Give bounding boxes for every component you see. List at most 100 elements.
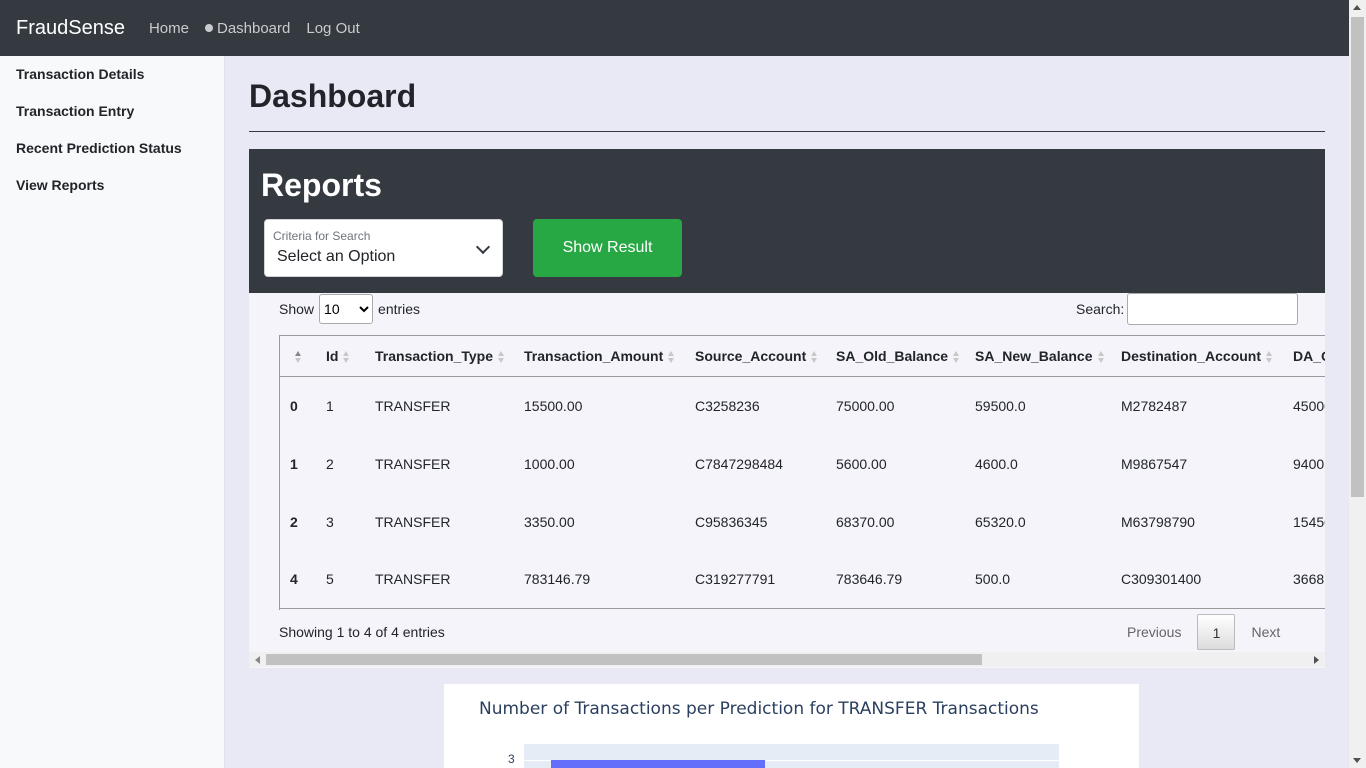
top-navbar: FraudSense Home Dashboard Log Out <box>0 0 1349 56</box>
pagination: Previous 1 Next <box>1111 614 1296 650</box>
table-scroll-container[interactable]: Id Transaction_Type Transaction_Amount S… <box>279 335 1325 610</box>
sort-icon <box>343 351 350 364</box>
reports-panel: Reports Criteria for Search Select an Op… <box>249 149 1325 293</box>
cell-destination-account: M63798790 <box>1121 513 1195 530</box>
show-result-button[interactable]: Show Result <box>533 219 682 277</box>
datatable-wrapper: Show 10 entries Search: Id Transaction_T… <box>249 293 1325 668</box>
column-header-sa-new-balance[interactable]: SA_New_Balance <box>965 336 1111 377</box>
chart-bar[interactable] <box>551 760 765 768</box>
nav-dashboard-label: Dashboard <box>216 19 291 37</box>
criteria-select-value: Select an Option <box>277 248 396 265</box>
cell-sa-new-balance: 4600.0 <box>975 455 1018 472</box>
cell-transaction-amount: 3350.00 <box>524 513 575 530</box>
title-divider <box>249 131 1325 132</box>
column-header-index[interactable] <box>280 336 316 377</box>
scroll-left-arrow-icon[interactable] <box>255 656 260 664</box>
prediction-chart: Number of Transactions per Prediction fo… <box>444 684 1139 768</box>
nav-dashboard-link[interactable]: Dashboard <box>204 19 291 37</box>
cell-transaction-type: TRANSFER <box>375 571 451 588</box>
sort-icon <box>811 351 818 364</box>
cell-source-account: C95836345 <box>695 513 768 530</box>
table-search-control: Search: <box>1076 293 1299 325</box>
cell-da-old-balance: 15450 <box>1293 513 1325 530</box>
cell-destination-account: C309301400 <box>1121 571 1202 588</box>
cell-index: 1 <box>290 455 298 472</box>
sidebar: Transaction Details Transaction Entry Re… <box>0 56 225 768</box>
criteria-select-label: Criteria for Search <box>273 229 371 243</box>
reports-table: Id Transaction_Type Transaction_Amount S… <box>280 335 1325 609</box>
cell-transaction-amount: 1000.00 <box>524 455 575 472</box>
entries-select[interactable]: 10 <box>319 294 374 324</box>
cell-da-old-balance: 9400. <box>1293 455 1325 472</box>
horizontal-scrollbar-thumb[interactable] <box>266 654 982 665</box>
chevron-down-icon <box>475 239 491 255</box>
column-header-source-account[interactable]: Source_Account <box>685 336 826 377</box>
cell-sa-new-balance: 500.0 <box>975 571 1011 588</box>
column-header-destination-account[interactable]: Destination_Account <box>1111 336 1283 377</box>
cell-transaction-type: TRANSFER <box>375 455 451 472</box>
entries-length-control: Show 10 entries <box>279 293 420 325</box>
cell-index: 4 <box>290 571 298 588</box>
sidebar-item-transaction-entry[interactable]: Transaction Entry <box>0 93 224 130</box>
cell-id: 2 <box>326 455 334 472</box>
nav-logout-link[interactable]: Log Out <box>306 20 359 37</box>
sort-icon <box>1266 351 1273 364</box>
cell-destination-account: M9867547 <box>1121 455 1188 472</box>
chart-y-tick-label: 3 <box>508 752 515 766</box>
cell-sa-old-balance: 68370.00 <box>836 513 895 530</box>
cell-sa-old-balance: 5600.00 <box>836 455 887 472</box>
column-header-sa-old-balance[interactable]: SA_Old_Balance <box>826 336 965 377</box>
sort-icon <box>498 351 505 364</box>
brand-logo[interactable]: FraudSense <box>16 17 125 40</box>
sort-asc-icon <box>295 351 301 364</box>
scroll-right-arrow-icon[interactable] <box>1314 656 1319 664</box>
pagination-previous[interactable]: Previous <box>1111 614 1197 650</box>
vertical-scrollbar[interactable] <box>1349 0 1366 768</box>
table-row: 1 2 TRANSFER 1000.00 C7847298484 5600.00… <box>280 435 1325 493</box>
cell-id: 5 <box>326 571 334 588</box>
cell-source-account: C319277791 <box>695 571 776 588</box>
table-info: Showing 1 to 4 of 4 entries <box>279 624 445 640</box>
sort-icon <box>953 351 960 364</box>
scroll-down-arrow-icon[interactable] <box>1353 758 1361 763</box>
cell-destination-account: M2782487 <box>1121 397 1188 414</box>
nav-home-link[interactable]: Home <box>149 20 189 37</box>
cell-transaction-amount: 15500.00 <box>524 397 583 414</box>
criteria-select[interactable]: Criteria for Search Select an Option <box>264 219 503 277</box>
cell-da-old-balance: 45000 <box>1293 397 1325 414</box>
cell-sa-old-balance: 783646.79 <box>836 571 903 588</box>
main-content: Dashboard Reports Criteria for Search Se… <box>249 56 1325 768</box>
table-search-input[interactable] <box>1127 293 1299 325</box>
vertical-scrollbar-thumb[interactable] <box>1351 17 1364 497</box>
sidebar-item-recent-prediction-status[interactable]: Recent Prediction Status <box>0 130 224 167</box>
cell-id: 1 <box>326 397 334 414</box>
pagination-next[interactable]: Next <box>1235 614 1296 650</box>
column-header-transaction-amount[interactable]: Transaction_Amount <box>514 336 685 377</box>
sidebar-item-transaction-details[interactable]: Transaction Details <box>0 56 224 93</box>
table-row: 0 1 TRANSFER 15500.00 C3258236 75000.00 … <box>280 377 1325 435</box>
column-header-transaction-type[interactable]: Transaction_Type <box>365 336 514 377</box>
horizontal-scrollbar[interactable] <box>249 652 1325 667</box>
cell-source-account: C7847298484 <box>695 455 783 472</box>
scroll-up-arrow-icon[interactable] <box>1353 5 1361 10</box>
cell-transaction-type: TRANSFER <box>375 397 451 414</box>
cell-da-old-balance: 3668. <box>1293 571 1325 588</box>
cell-transaction-type: TRANSFER <box>375 513 451 530</box>
cell-source-account: C3258236 <box>695 397 760 414</box>
sort-icon <box>1097 351 1104 364</box>
active-dot-icon <box>204 24 213 32</box>
page-title: Dashboard <box>249 78 417 114</box>
entries-label: entries <box>378 301 421 317</box>
pagination-page-1[interactable]: 1 <box>1197 614 1236 650</box>
cell-sa-new-balance: 65320.0 <box>975 513 1026 530</box>
reports-title: Reports <box>261 167 382 203</box>
cell-id: 3 <box>326 513 334 530</box>
sidebar-item-view-reports[interactable]: View Reports <box>0 167 224 204</box>
column-header-da-old-balance[interactable]: DA_O <box>1283 336 1325 377</box>
table-row: 2 3 TRANSFER 3350.00 C95836345 68370.00 … <box>280 493 1325 551</box>
cell-index: 2 <box>290 513 298 530</box>
column-header-id[interactable]: Id <box>316 336 365 377</box>
search-label: Search: <box>1076 301 1125 317</box>
show-label: Show <box>279 301 315 317</box>
cell-sa-new-balance: 59500.0 <box>975 397 1026 414</box>
